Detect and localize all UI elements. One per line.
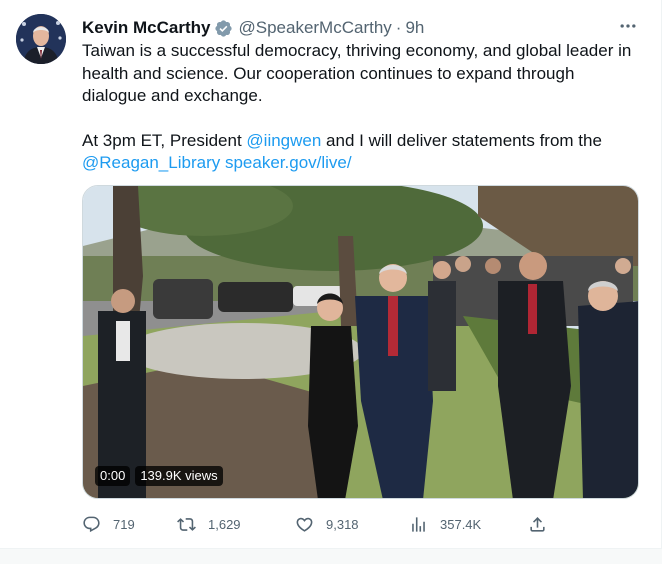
author-name[interactable]: Kevin McCarthy [82, 18, 210, 38]
tweet-paragraph-2: At 3pm ET, President @iingwen and I will… [82, 130, 642, 175]
retweet-count: 1,629 [208, 516, 241, 532]
analytics-icon [412, 516, 425, 532]
tweet-text-segment: At 3pm ET, President [82, 130, 247, 150]
separator-dot: · [395, 18, 402, 37]
reply-icon [83, 516, 100, 532]
video-frame [83, 186, 638, 498]
avatar[interactable] [16, 14, 66, 64]
mention-link[interactable]: @Reagan_Library [82, 153, 220, 172]
heart-icon [296, 517, 313, 532]
share-button[interactable] [528, 512, 559, 536]
tweet-text: Taiwan is a successful democracy, thrivi… [82, 40, 642, 175]
like-count: 9,318 [326, 516, 359, 532]
share-icon [530, 516, 545, 532]
timeline-divider [0, 548, 662, 564]
retweet-icon [177, 517, 196, 531]
verified-badge-icon [214, 19, 233, 38]
reply-count: 719 [113, 516, 135, 532]
more-horizontal-icon[interactable] [614, 14, 642, 38]
video-view-count: 139.9K views [135, 466, 223, 486]
tweet-header: Kevin McCarthy @SpeakerMcCarthy · 9h [82, 17, 621, 39]
views-button[interactable]: 357.4K [409, 512, 481, 536]
tweet-paragraph-1: Taiwan is a successful democracy, thrivi… [82, 41, 632, 105]
video-timestamp: 0:00 [95, 466, 131, 486]
tweet-timestamp[interactable]: 9h [405, 18, 424, 38]
tweet-text-segment: and I will deliver statements from the [321, 130, 602, 150]
tweet-actions-bar: 719 1,629 9,318 357.4K [82, 512, 552, 536]
tweet-card[interactable]: Kevin McCarthy @SpeakerMcCarthy · 9h Tai… [0, 0, 662, 548]
url-link[interactable]: speaker.gov/live/ [225, 153, 352, 172]
reply-button[interactable]: 719 [82, 512, 135, 536]
video-player[interactable]: 0:00 139.9K views [82, 185, 639, 499]
like-button[interactable]: 9,318 [295, 512, 359, 536]
video-overlay: 0:00 139.9K views [95, 466, 223, 486]
mention-link[interactable]: @iingwen [246, 131, 321, 150]
author-handle[interactable]: @SpeakerMcCarthy [238, 18, 391, 38]
retweet-button[interactable]: 1,629 [177, 512, 241, 536]
view-count: 357.4K [440, 516, 482, 532]
